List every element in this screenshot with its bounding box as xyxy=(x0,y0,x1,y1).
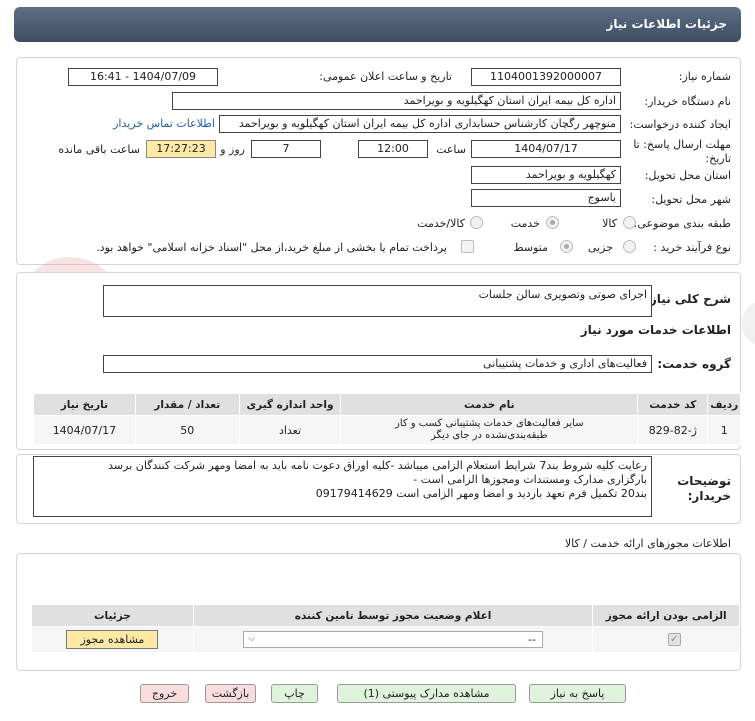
deadline-label: مهلت ارسال پاسخ: تا xyxy=(633,138,731,151)
announce-datetime-label: تاریخ و ساعت اعلان عمومی: xyxy=(319,70,452,83)
permit-status-cell: ⌵ -- xyxy=(192,626,594,653)
category-option-goods: کالا xyxy=(602,217,617,230)
back-button[interactable]: بازگشت xyxy=(205,684,256,703)
services-table-header: ردیف کد خدمت نام خدمت واحد اندازه گیری ت… xyxy=(33,393,741,416)
services-table: ردیف کد خدمت نام خدمت واحد اندازه گیری ت… xyxy=(33,393,741,445)
page-title-bar: جزئیات اطلاعات نیاز xyxy=(14,7,741,42)
process-radio-medium[interactable] xyxy=(560,240,573,253)
print-button[interactable]: چاپ xyxy=(271,684,318,703)
permit-col-details: جزئیات xyxy=(31,604,194,627)
col-date: تاریخ نیاز xyxy=(33,393,136,416)
buyer-notes-label-2: خریدار: xyxy=(687,489,731,503)
remaining-time-label: ساعت باقی مانده xyxy=(58,143,140,156)
col-qty: تعداد / مقدار xyxy=(134,393,240,416)
row-name-line1: سایر فعالیت‌های خدمات پشتیبانی کسب و کار xyxy=(394,418,584,429)
buyer-contact-link[interactable]: اطلاعات تماس خریدار xyxy=(113,117,215,130)
row-name-line2: طبقه‌بندی‌نشده در جای دیگر xyxy=(430,430,548,441)
treasury-payment-checkbox[interactable] xyxy=(461,240,474,253)
row-unit: تعداد xyxy=(238,415,342,445)
announce-datetime-value: 1404/07/09 - 16:41 xyxy=(68,68,218,86)
permit-status-select[interactable]: ⌵ -- xyxy=(243,631,544,648)
process-option-minor: جزیی xyxy=(587,241,613,254)
permits-table: الزامی بودن ارائه مجوز اعلام وضعیت مجوز … xyxy=(31,604,740,653)
service-group-label: گروه خدمت: xyxy=(657,357,731,371)
process-label: نوع فرآیند خرید : xyxy=(653,241,731,254)
permit-details-cell: مشاهده مجوز xyxy=(31,626,194,653)
col-unit: واحد اندازه گیری xyxy=(238,393,342,416)
row-index: 1 xyxy=(707,415,741,445)
exit-button[interactable]: خروج xyxy=(140,684,189,703)
treasury-payment-note: پرداخت تمام یا بخشی از مبلغ خرید،از محل … xyxy=(96,241,447,254)
chevron-down-icon: ⌵ xyxy=(248,634,255,644)
buyer-notes-line2: بارگزاری مدارک ومستندات ومجوزها الزامی ا… xyxy=(413,473,647,486)
col-code: کد خدمت xyxy=(637,393,709,416)
service-group-value: فعالیت‌های اداری و خدمات پشتیبانی xyxy=(103,355,652,373)
buyer-notes-label-1: توضیحات xyxy=(677,474,731,488)
city-value: یاسوج xyxy=(471,189,621,207)
summary-textarea[interactable]: اجرای صوتی وتصویری سالن جلسات xyxy=(103,285,652,317)
process-radio-minor[interactable] xyxy=(623,240,636,253)
permits-table-header: الزامی بودن ارائه مجوز اعلام وضعیت مجوز … xyxy=(31,604,740,627)
category-radio-service[interactable] xyxy=(546,216,559,229)
page-title: جزئیات اطلاعات نیاز xyxy=(606,17,727,31)
view-permit-button[interactable]: مشاهده مجوز xyxy=(66,630,159,649)
remaining-time-value: 17:27:23 xyxy=(146,140,216,158)
table-row: 1 ژ-82-829 سایر فعالیت‌های خدمات پشتیبان… xyxy=(33,415,741,445)
info-panel xyxy=(16,57,741,265)
buyer-org-value: اداره کل بیمه ایران استان کهگیلویه و بوی… xyxy=(172,92,621,110)
category-radio-goods[interactable] xyxy=(623,216,636,229)
process-option-medium: متوسط xyxy=(513,241,548,254)
creator-value: منوچهر رگچان کارشناس حسابداری اداره کل ب… xyxy=(219,115,621,133)
col-name: نام خدمت xyxy=(340,393,639,416)
services-section-title: اطلاعات خدمات مورد نیاز xyxy=(580,323,731,337)
row-date: 1404/07/17 xyxy=(33,415,136,445)
deadline-date-label: تاریخ: xyxy=(705,152,731,165)
province-label: استان محل تحویل: xyxy=(644,169,731,182)
category-option-service: خدمت xyxy=(510,217,540,230)
row-qty: 50 xyxy=(134,415,240,445)
permit-required-checkbox xyxy=(667,633,681,646)
deadline-time-value: 12:00 xyxy=(358,140,428,158)
row-name: سایر فعالیت‌های خدمات پشتیبانی کسب و کار… xyxy=(340,415,639,445)
deadline-date-value: 1404/07/17 xyxy=(471,140,621,158)
reply-button[interactable]: پاسخ به نیاز xyxy=(529,684,626,703)
province-value: کهگیلویه و بویراحمد xyxy=(471,166,621,184)
need-number-label: شماره نیاز: xyxy=(678,70,731,83)
category-option-goods-service: کالا/خدمت xyxy=(417,217,465,230)
row-code: ژ-82-829 xyxy=(637,415,709,445)
col-index: ردیف xyxy=(707,393,741,416)
category-label: طبقه بندی موضوعی: xyxy=(633,217,731,230)
attachments-button[interactable]: مشاهده مدارک پیوستی (1) xyxy=(337,684,516,703)
summary-label: شرح کلی نیاز: xyxy=(645,292,731,306)
city-label: شهر محل تحویل: xyxy=(651,193,731,206)
creator-label: ایجاد کننده درخواست: xyxy=(629,118,731,131)
permit-required-cell xyxy=(592,626,740,653)
buyer-notes-line3: بند20 تکمیل فرم تعهد بازدید و امضا ومهر … xyxy=(315,487,647,500)
days-label: روز و xyxy=(220,143,245,156)
category-radio-goods-service[interactable] xyxy=(470,216,483,229)
permit-status-value: -- xyxy=(528,633,537,646)
buyer-notes-textarea[interactable]: رعایت کلیه شروط بند7 شرایط استعلام الزام… xyxy=(33,456,652,517)
permit-col-required: الزامی بودن ارائه مجوز xyxy=(592,604,740,627)
permit-col-status: اعلام وضعیت مجوز توسط تامین کننده xyxy=(192,604,594,627)
days-remaining-value: 7 xyxy=(251,140,321,158)
deadline-time-label: ساعت xyxy=(436,143,466,156)
table-row: ⌵ -- مشاهده مجوز xyxy=(31,626,740,653)
permits-section-title: اطلاعات مجوزهای ارائه خدمت / کالا xyxy=(564,537,731,550)
buyer-org-label: نام دستگاه خریدار: xyxy=(644,95,731,108)
need-number-value: 1104001392000007 xyxy=(471,68,621,86)
buyer-notes-line1: رعایت کلیه شروط بند7 شرایط استعلام الزام… xyxy=(108,459,647,472)
